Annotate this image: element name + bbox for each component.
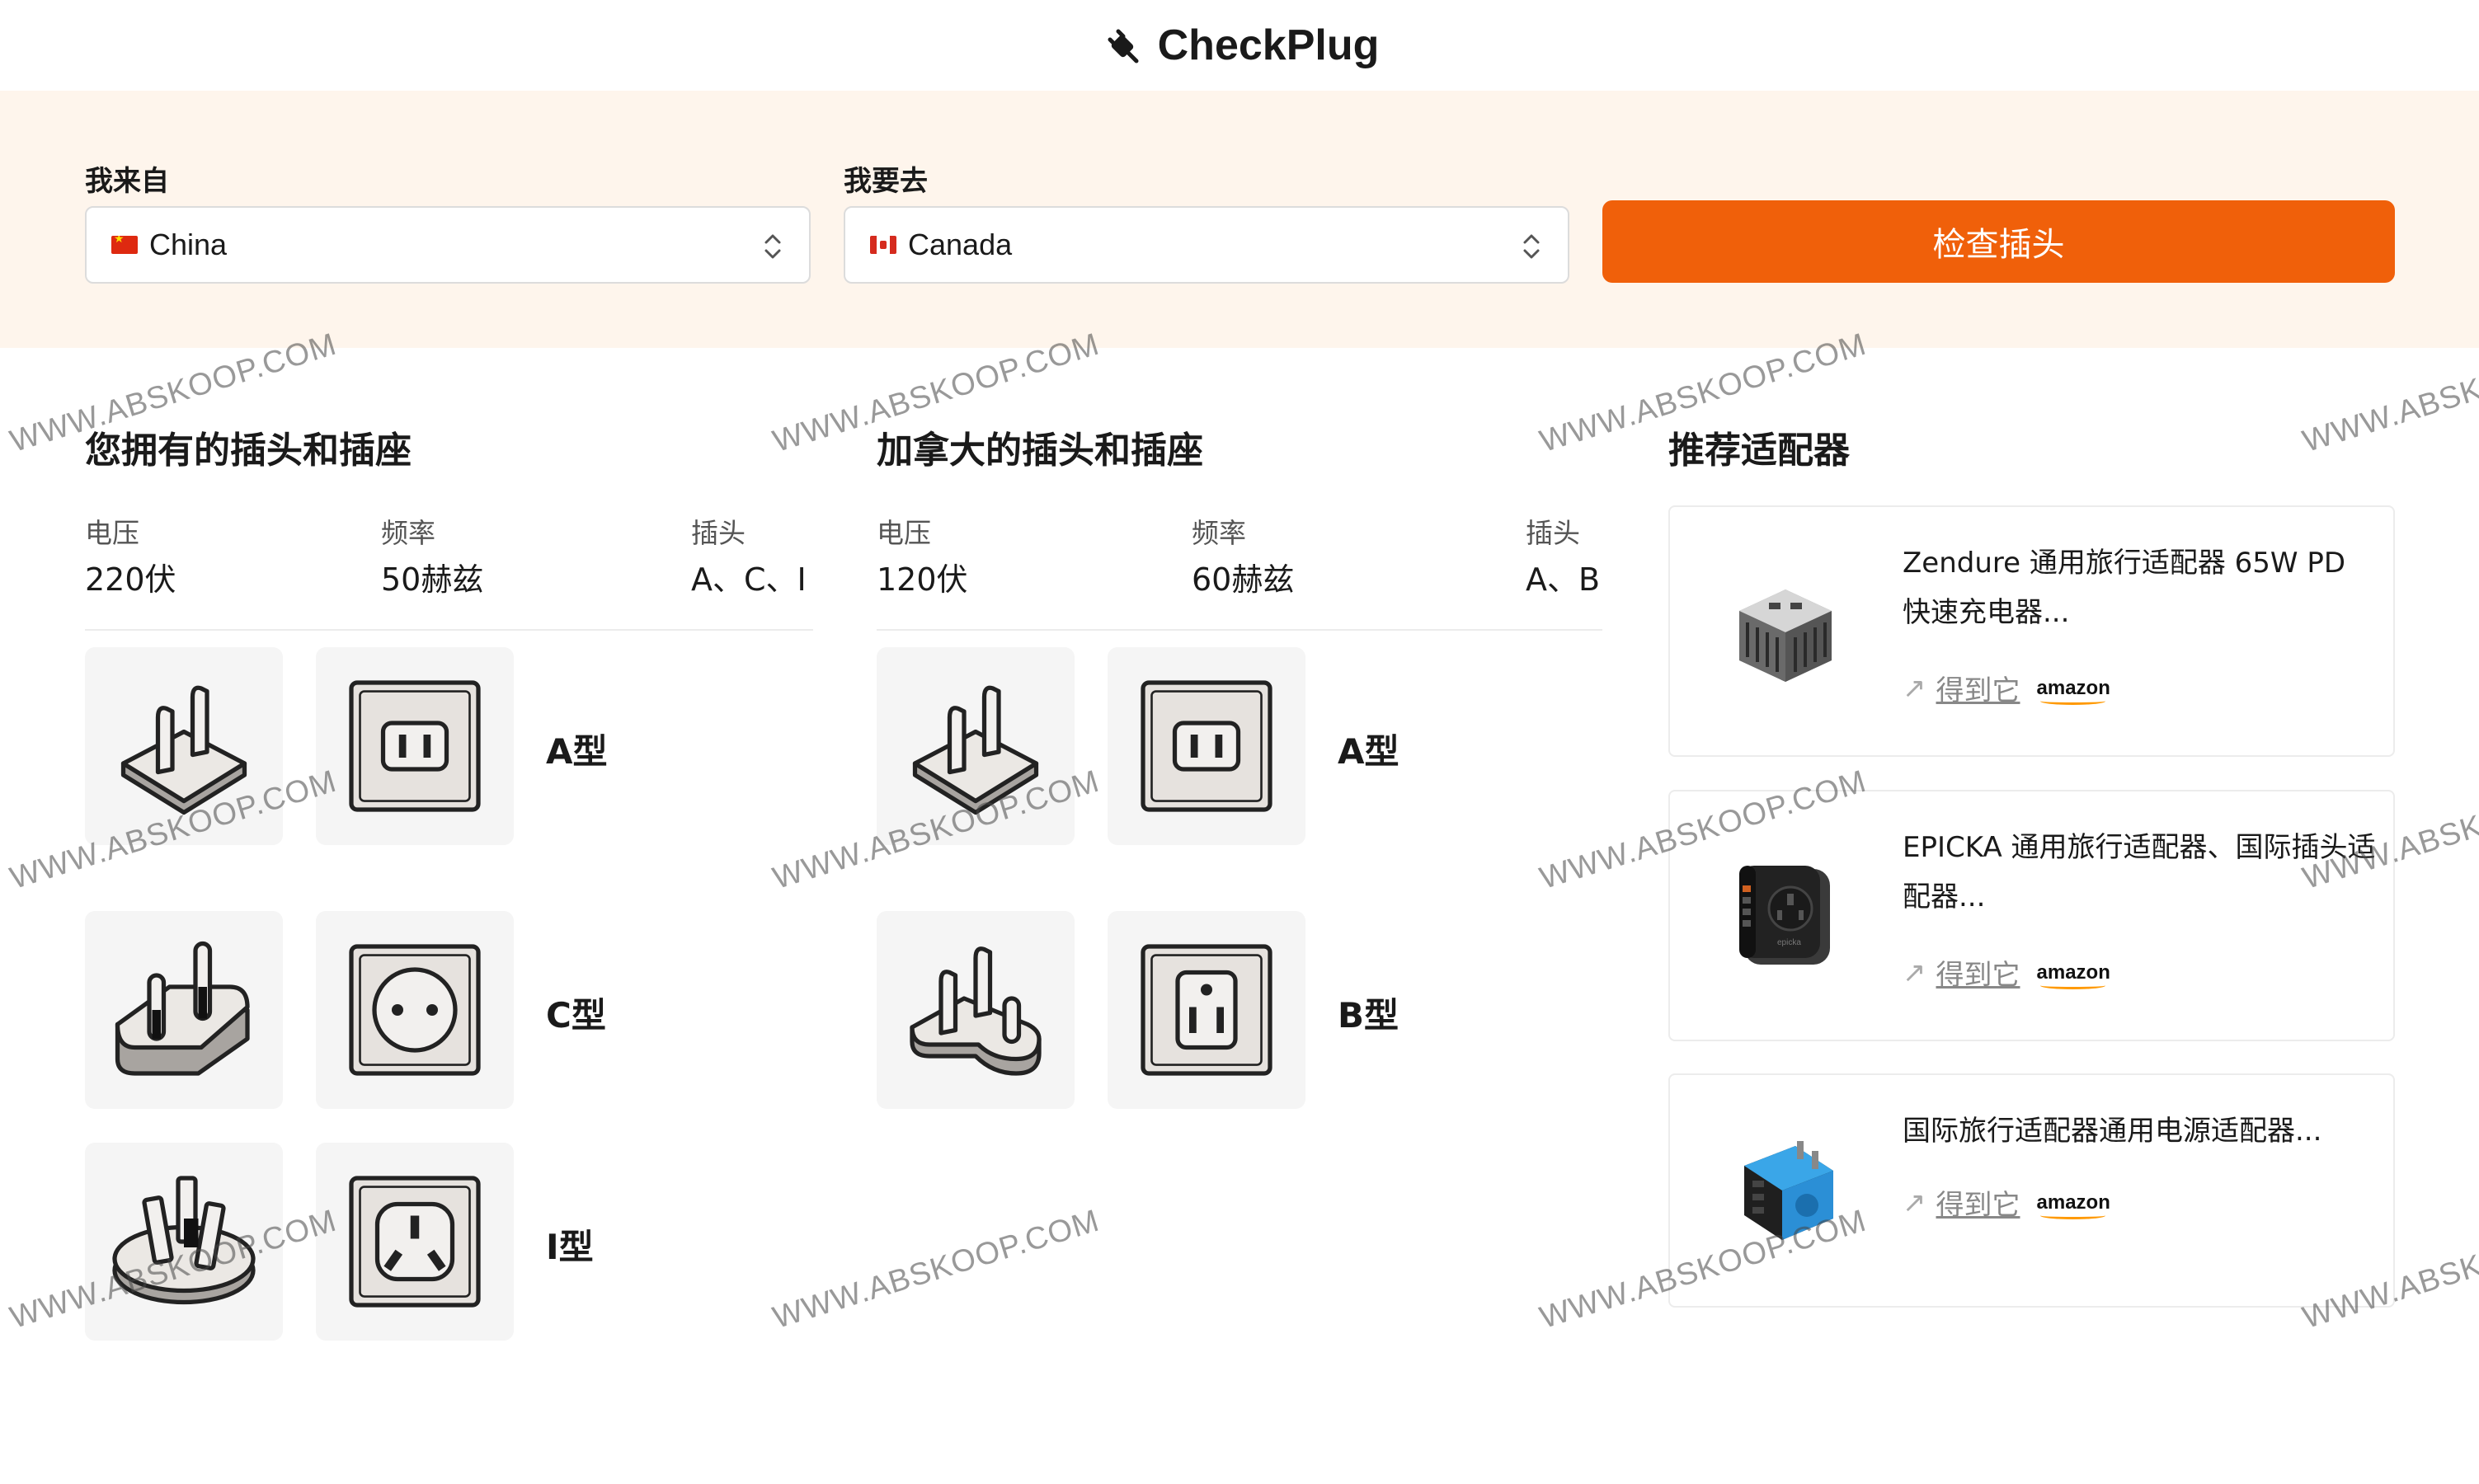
socket-type-b-icon bbox=[1141, 944, 1272, 1076]
socket-tile bbox=[1108, 647, 1305, 845]
plug-type-label: I型 bbox=[546, 1227, 594, 1267]
product-name[interactable]: Zendure 通用旅行适配器 65W PD 快速充电器... bbox=[1903, 538, 2381, 637]
plug-tile bbox=[877, 647, 1075, 845]
origin-voltage-label: 电压 bbox=[85, 517, 139, 549]
plug-type-b-icon bbox=[910, 946, 1042, 1076]
product-image bbox=[1739, 589, 1832, 682]
plug-type-c-icon bbox=[115, 941, 250, 1076]
origin-voltage-value: 220伏 bbox=[85, 561, 176, 598]
socket-type-c-icon bbox=[349, 944, 481, 1076]
app-header: CheckPlug bbox=[0, 0, 2479, 91]
product-card[interactable]: 国际旅行适配器通用电源适配器... ↗ 得到它 amazon bbox=[1668, 1073, 2395, 1308]
amazon-logo: amazon bbox=[2036, 676, 2110, 705]
destination-frequency-label: 频率 bbox=[1192, 517, 1246, 549]
socket-type-i-icon bbox=[349, 1176, 481, 1308]
check-plug-button[interactable]: 检查插头 bbox=[1602, 200, 2395, 283]
divider bbox=[85, 629, 813, 631]
socket-tile bbox=[316, 911, 514, 1109]
product-name[interactable]: EPICKA 通用旅行适配器、国际插头适配器... bbox=[1903, 823, 2381, 922]
buy-row: ↗ 得到它 amazon bbox=[1903, 952, 2110, 993]
socket-type-a-icon bbox=[349, 680, 481, 812]
amazon-logo: amazon bbox=[2036, 960, 2110, 989]
canada-flag-icon bbox=[870, 236, 896, 254]
plug-type-a-icon bbox=[120, 685, 247, 815]
product-name[interactable]: 国际旅行适配器通用电源适配器... bbox=[1903, 1106, 2381, 1156]
origin-plugs-label: 插头 bbox=[691, 517, 746, 549]
from-country-select[interactable]: China bbox=[85, 206, 811, 284]
plug-type-label: A型 bbox=[1338, 731, 1399, 772]
buy-link[interactable]: 得到它 bbox=[1936, 668, 2020, 708]
plug-type-label: A型 bbox=[546, 731, 608, 772]
to-country-value: Canada bbox=[908, 228, 1013, 261]
chevron-updown-icon bbox=[1523, 234, 1540, 259]
destination-voltage-value: 120伏 bbox=[877, 561, 968, 598]
external-link-arrow-icon: ↗ bbox=[1903, 956, 1926, 989]
destination-plugs-value: A、B bbox=[1526, 561, 1601, 598]
socket-tile bbox=[316, 1143, 514, 1341]
plug-type-a-icon bbox=[912, 685, 1039, 815]
to-country-select[interactable]: Canada bbox=[844, 206, 1569, 284]
socket-tile bbox=[316, 647, 514, 845]
origin-frequency-label: 频率 bbox=[381, 517, 435, 549]
plug-tile bbox=[85, 647, 283, 845]
plug-type-label: C型 bbox=[546, 995, 606, 1036]
socket-tile bbox=[1108, 911, 1305, 1109]
origin-frequency-value: 50赫兹 bbox=[381, 561, 484, 598]
buy-link[interactable]: 得到它 bbox=[1936, 952, 2020, 993]
amazon-logo: amazon bbox=[2036, 1190, 2110, 1219]
destination-plugs-label: 插头 bbox=[1526, 517, 1580, 549]
destination-title: 加拿大的插头和插座 bbox=[877, 430, 1203, 472]
china-flag-icon bbox=[111, 236, 138, 254]
external-link-arrow-icon: ↗ bbox=[1903, 671, 1926, 705]
origin-title: 您拥有的插头和插座 bbox=[85, 430, 412, 472]
svg-text:epicka: epicka bbox=[1777, 938, 1801, 947]
buy-row: ↗ 得到它 amazon bbox=[1903, 1182, 2110, 1223]
plug-tile bbox=[877, 911, 1075, 1109]
from-label: 我来自 bbox=[85, 165, 169, 198]
logo-text: CheckPlug bbox=[1157, 21, 1380, 69]
recommend-title: 推荐适配器 bbox=[1668, 430, 1850, 472]
origin-plugs-value: A、C、I bbox=[691, 561, 807, 598]
destination-frequency-value: 60赫兹 bbox=[1192, 561, 1295, 598]
plug-type-label: B型 bbox=[1338, 995, 1399, 1036]
product-card[interactable]: epicka EPICKA 通用旅行适配器、国际插头适配器... ↗ 得到它 a… bbox=[1668, 790, 2395, 1041]
product-card[interactable]: Zendure 通用旅行适配器 65W PD 快速充电器... ↗ 得到它 am… bbox=[1668, 505, 2395, 757]
buy-link[interactable]: 得到它 bbox=[1936, 1182, 2020, 1223]
to-label: 我要去 bbox=[844, 165, 928, 198]
from-country-value: China bbox=[149, 228, 228, 261]
plug-tile bbox=[85, 1143, 283, 1341]
plug-type-i-icon bbox=[112, 1176, 256, 1305]
external-link-arrow-icon: ↗ bbox=[1903, 1186, 1926, 1219]
product-image: epicka bbox=[1739, 866, 1830, 965]
product-image bbox=[1744, 1141, 1833, 1240]
socket-type-a-icon bbox=[1141, 680, 1272, 812]
plug-logo-icon bbox=[1108, 29, 1139, 63]
watermark-text: WWW.ABSKOOP.COM bbox=[769, 1203, 1103, 1336]
chevron-updown-icon bbox=[764, 234, 781, 259]
destination-voltage-label: 电压 bbox=[877, 517, 931, 549]
logo[interactable]: CheckPlug bbox=[1100, 21, 1380, 70]
buy-row: ↗ 得到它 amazon bbox=[1903, 668, 2110, 708]
plug-tile bbox=[85, 911, 283, 1109]
divider bbox=[877, 629, 1602, 631]
